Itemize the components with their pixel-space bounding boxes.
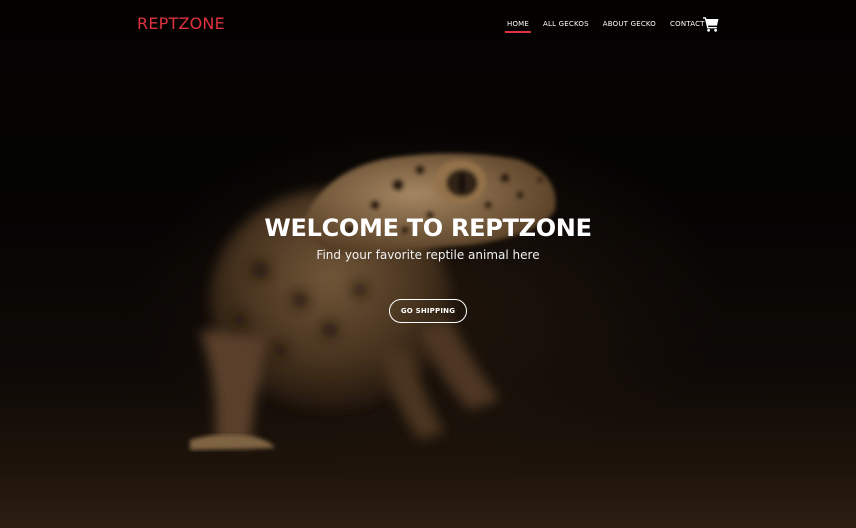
go-shipping-button[interactable]: GO SHIPPING bbox=[389, 299, 467, 323]
nav-link-home[interactable]: HOME bbox=[504, 0, 532, 48]
nav-link-about-gecko[interactable]: ABOUT GECKO bbox=[603, 0, 656, 48]
nav-link-all-geckos[interactable]: ALL GECKOS bbox=[543, 0, 589, 48]
nav-menu: HOME ALL GECKOS ABOUT GECKO CONTACT bbox=[500, 0, 712, 48]
hero-subtitle: Find your favorite reptile animal here bbox=[316, 248, 540, 262]
hero-content: WELCOME TO REPTZONE Find your favorite r… bbox=[0, 214, 856, 262]
hero-section bbox=[0, 0, 856, 528]
navbar: REPTZONE HOME ALL GECKOS ABOUT GECKO CON… bbox=[0, 0, 856, 48]
hero-overlay bbox=[0, 0, 856, 528]
shopping-cart-icon[interactable] bbox=[703, 16, 719, 32]
nav-link-contact[interactable]: CONTACT bbox=[670, 0, 705, 48]
hero-title: WELCOME TO REPTZONE bbox=[264, 214, 592, 242]
brand-logo[interactable]: REPTZONE bbox=[137, 14, 225, 33]
